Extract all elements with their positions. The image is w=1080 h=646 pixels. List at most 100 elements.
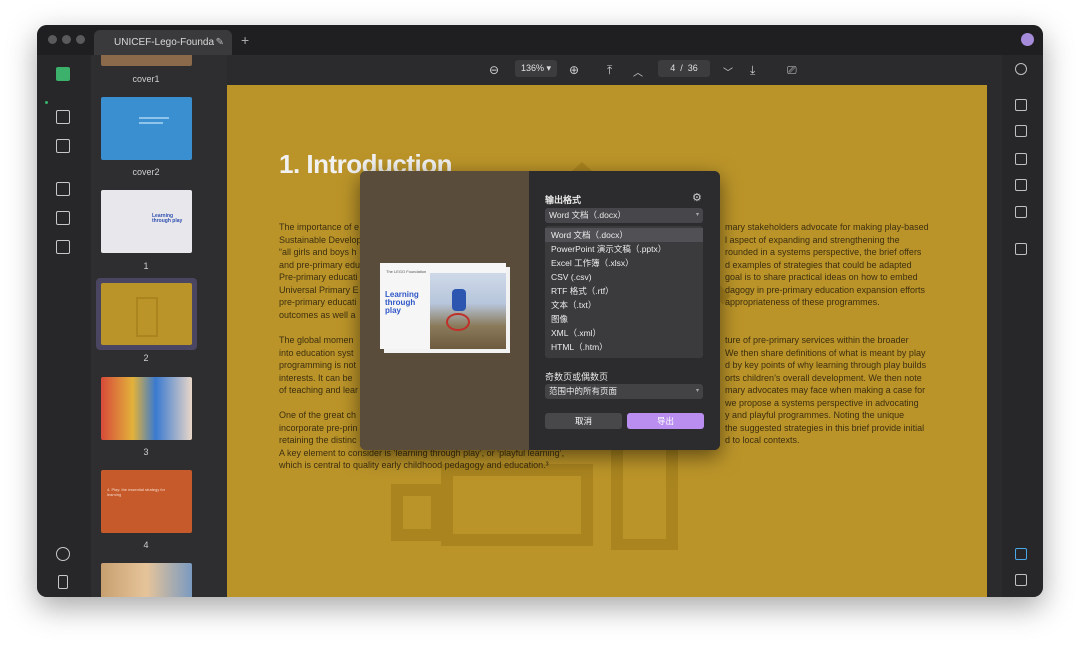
stamp-icon[interactable]: [56, 110, 70, 124]
close-window-button[interactable]: [48, 35, 57, 44]
search-icon[interactable]: [1015, 63, 1027, 75]
format-option-xml[interactable]: XML（.xml）: [545, 326, 703, 340]
format-option-docx[interactable]: Word 文档（.docx）: [545, 228, 703, 242]
mail-icon[interactable]: [1015, 206, 1027, 218]
text-line: goal is to share practical ideas on how …: [725, 272, 918, 282]
user-avatar[interactable]: [1021, 33, 1034, 46]
thumbnail-label: cover1: [132, 74, 160, 84]
text-line: and pre-primary edu: [279, 259, 361, 270]
total-pages: 36: [687, 63, 698, 73]
format-option-pptx[interactable]: PowerPoint 演示文稿（.pptx）: [545, 242, 703, 256]
current-page: 4: [670, 63, 676, 73]
page-separator: /: [680, 63, 683, 73]
preview-photo: [430, 273, 506, 349]
text-line: The global momen: [279, 335, 354, 345]
gear-icon[interactable]: ⚙: [692, 191, 702, 204]
zoom-out-icon[interactable]: ⊖: [489, 63, 499, 77]
document-tab[interactable]: UNICEF-Lego-Foundation ✎: [94, 30, 232, 55]
view-toolbar: ⊖ 136% ▾ ⊕ ⤒ ︿ 4 / 36 ﹀ ⤓ ⎚: [227, 55, 1002, 85]
text-line: appropriateness of these programmes.: [725, 297, 880, 307]
ai-assistant-icon[interactable]: [1015, 548, 1027, 560]
paragraph-2-right: ture of pre-primary services within the …: [725, 334, 926, 447]
thumbnail-cover1[interactable]: [101, 55, 192, 66]
text-line: orts children’s overall development. We …: [725, 372, 922, 383]
page-range-select[interactable]: 范围中的所有页面 ▾: [545, 384, 703, 399]
thumbnail-page-1-title: Learning through play: [152, 213, 183, 224]
zoom-window-button[interactable]: [76, 35, 85, 44]
pencil-icon[interactable]: ✎: [216, 30, 224, 55]
text-line: d to local contexts.: [725, 435, 800, 445]
thumbnail-page-2[interactable]: [101, 283, 192, 345]
thumbnail-label: 1: [143, 261, 149, 271]
active-indicator: [45, 101, 48, 104]
format-option-txt[interactable]: 文本（.txt）: [545, 298, 703, 312]
paragraph-1-right: mary stakeholders advocate for making pl…: [725, 221, 929, 309]
ocr-icon[interactable]: [1015, 99, 1027, 111]
left-tool-rail: [37, 55, 91, 597]
previous-page-icon[interactable]: ︿: [633, 64, 643, 79]
new-tab-button[interactable]: +: [241, 32, 249, 48]
output-format-select[interactable]: Word 文档（.docx） ▾: [545, 208, 703, 223]
text-line: rounded in a systems perspective, the br…: [725, 247, 922, 257]
thumbnail-label: 4: [143, 540, 149, 550]
presentation-icon[interactable]: ⎚: [787, 63, 797, 78]
thumbnail-label: cover2: [132, 167, 160, 177]
thumbnail-page-1[interactable]: Learning through play: [101, 190, 192, 253]
export-dialog: The LEGO Foundation Learning through pla…: [360, 171, 720, 450]
export-button[interactable]: 导出: [627, 413, 704, 429]
document-tab-title: UNICEF-Lego-Foundation: [114, 37, 214, 48]
comment-icon[interactable]: [1015, 574, 1027, 586]
save-icon[interactable]: [1015, 243, 1027, 255]
page-number-field[interactable]: 4 / 36: [658, 60, 710, 77]
chevron-down-icon: ▾: [695, 212, 699, 218]
format-option-htm[interactable]: HTML（.htm）: [545, 340, 703, 354]
text-line: We then share definitions of what is mea…: [725, 347, 926, 358]
reader-mode-icon[interactable]: [56, 67, 70, 81]
thumbnail-cover2[interactable]: [101, 97, 192, 160]
text-line: The importance of e: [279, 222, 360, 232]
paragraph-1: The importance of e Sustainable Develop …: [279, 221, 362, 321]
bookmark-icon[interactable]: [58, 575, 68, 589]
text-line: Sustainable Develop: [279, 234, 362, 245]
ocr-icon[interactable]: [56, 240, 70, 254]
format-option-rtf[interactable]: RTF 格式（.rtf）: [545, 284, 703, 298]
text-line: mary advocates may face when making a ca…: [725, 385, 926, 395]
share-icon[interactable]: [1015, 179, 1027, 191]
preview-brand: The LEGO Foundation: [386, 269, 427, 274]
thumbnail-page-5[interactable]: [101, 563, 192, 597]
last-page-icon[interactable]: ⤓: [750, 63, 755, 78]
first-page-icon[interactable]: ⤒: [607, 63, 612, 78]
app-window: UNICEF-Lego-Foundation ✎ + cover1 cover2…: [37, 25, 1043, 597]
output-format-value: Word 文档（.docx）: [549, 210, 626, 220]
convert-icon[interactable]: [1015, 125, 1027, 137]
zoom-level-select[interactable]: 136% ▾: [515, 60, 557, 77]
export-preview-panel: The LEGO Foundation Learning through pla…: [360, 171, 529, 450]
thumbnail-label: 3: [143, 447, 149, 457]
format-option-image[interactable]: 图像: [545, 312, 703, 326]
thumbnail-page-4[interactable]: 4. Play: the essential strategy for lear…: [101, 470, 192, 533]
protect-icon[interactable]: [1015, 153, 1027, 165]
text-line: ture of pre-primary services within the …: [725, 335, 909, 345]
thumbnail-page-3[interactable]: [101, 377, 192, 440]
form-icon[interactable]: [56, 211, 70, 225]
cancel-button[interactable]: 取消: [545, 413, 622, 429]
chevron-down-icon: ▾: [695, 388, 699, 394]
thumbnail-label: 2: [143, 353, 149, 363]
text-line: programming is not: [279, 360, 357, 370]
text-line: l aspect of expanding and strengthening …: [725, 234, 900, 245]
text-line: of teaching and lear: [279, 385, 359, 395]
format-option-csv[interactable]: CSV (.csv): [545, 270, 703, 284]
output-format-label: 输出格式: [545, 195, 582, 205]
next-page-icon[interactable]: ﹀: [723, 64, 733, 79]
minimize-window-button[interactable]: [62, 35, 71, 44]
text-line: y and playful programmes. Noting the uni…: [725, 410, 905, 420]
layers-icon[interactable]: [56, 547, 70, 561]
edit-icon[interactable]: [56, 139, 70, 153]
text-line: dagogy in pre-primary education expansio…: [725, 284, 925, 295]
format-option-xlsx[interactable]: Excel 工作簿（.xlsx）: [545, 256, 703, 270]
zoom-in-icon[interactable]: ⊕: [569, 63, 579, 77]
text-line: pre-primary educati: [279, 297, 357, 307]
organize-pages-icon[interactable]: [56, 182, 70, 196]
zoom-level-value: 136%: [520, 63, 544, 73]
text-line: d by key points of why learning through …: [725, 360, 927, 370]
